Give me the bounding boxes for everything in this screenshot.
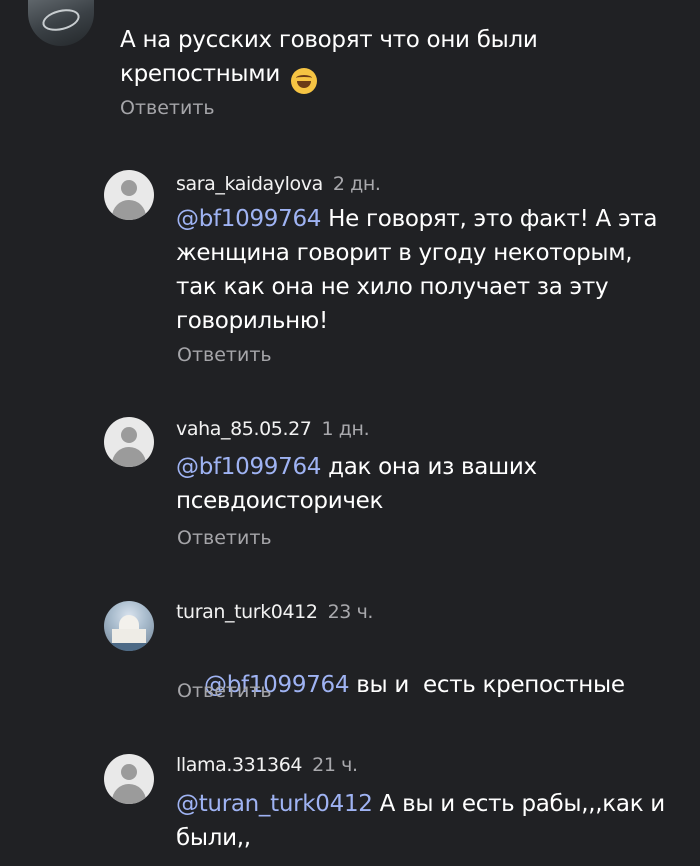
- comment-text: @bf1099764 Не говорят, это факт! А эта ж…: [176, 202, 676, 338]
- default-user-avatar[interactable]: [104, 754, 154, 804]
- username[interactable]: sara_kaidaylova: [176, 173, 323, 195]
- user-head-icon: [121, 427, 137, 443]
- reply-comment: llama.331364 21 ч. @turan_turk0412 А вы и…: [0, 749, 700, 866]
- comment-meta: turan_turk0412 23 ч.: [176, 601, 373, 623]
- username[interactable]: vaha_85.05.27: [176, 418, 312, 440]
- taj-mahal-photo-avatar[interactable]: [104, 601, 154, 651]
- comment-meta: vaha_85.05.27 1 дн.: [176, 418, 370, 440]
- reply-button[interactable]: Ответить: [120, 97, 215, 119]
- comment-body: А на русских говорят что они были крепос…: [120, 27, 538, 87]
- comment-text: @bf1099764 дак она из ваших псевдоистори…: [176, 450, 566, 518]
- timestamp: 1 дн.: [321, 418, 370, 440]
- mention-link[interactable]: @bf1099764: [176, 454, 321, 480]
- user-body-icon: [112, 784, 146, 804]
- mention-link[interactable]: @turan_turk0412: [176, 791, 373, 817]
- default-user-avatar[interactable]: [104, 170, 154, 220]
- user-head-icon: [121, 180, 137, 196]
- user-body-icon: [112, 447, 146, 467]
- reply-button[interactable]: Ответить: [177, 344, 272, 366]
- comment-text: @turan_turk0412 А вы и есть рабы,,,как и…: [176, 787, 676, 855]
- building-shape: [112, 629, 146, 643]
- reply-button[interactable]: Ответить: [177, 527, 272, 549]
- timestamp: 23 ч.: [327, 601, 374, 623]
- reply-comment: vaha_85.05.27 1 дн. @bf1099764 дак она из…: [0, 412, 700, 562]
- comment-meta: llama.331364 21 ч.: [176, 754, 358, 776]
- car-icon: [40, 5, 82, 35]
- username[interactable]: turan_turk0412: [176, 601, 318, 623]
- reply-comment: turan_turk0412 23 ч. @bf1099764 вы и есть…: [0, 596, 700, 716]
- car-photo-avatar[interactable]: [28, 0, 94, 46]
- reply-button[interactable]: Ответить: [177, 680, 272, 702]
- comment-body: вы и есть крепостные: [349, 672, 625, 698]
- user-head-icon: [121, 764, 137, 780]
- mention-link[interactable]: @bf1099764: [176, 206, 321, 232]
- comment-top: А на русских говорят что они были крепос…: [0, 0, 700, 130]
- laughing-emoji-icon: 😂: [291, 68, 318, 94]
- timestamp: 2 дн.: [332, 173, 381, 195]
- user-body-icon: [112, 200, 146, 220]
- default-user-avatar[interactable]: [104, 417, 154, 467]
- comment-text: А на русских говорят что они были крепос…: [120, 23, 680, 94]
- username[interactable]: llama.331364: [176, 754, 303, 776]
- water-shape: [104, 643, 154, 651]
- comment-meta: sara_kaidaylova 2 дн.: [176, 173, 381, 195]
- timestamp: 21 ч.: [312, 754, 358, 776]
- reply-comment: sara_kaidaylova 2 дн. @bf1099764 Не говор…: [0, 165, 700, 385]
